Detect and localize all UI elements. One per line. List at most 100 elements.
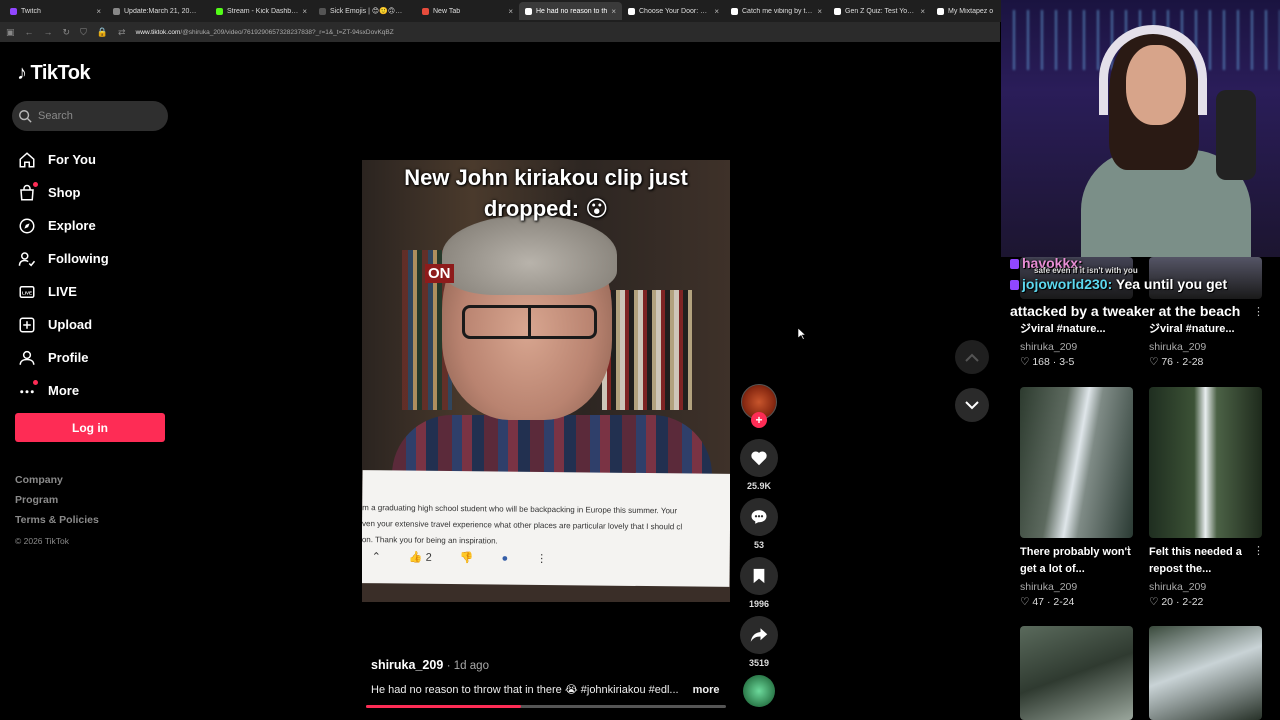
sidebar-item-shop[interactable]: Shop <box>18 176 109 209</box>
forward-icon[interactable]: → <box>44 27 53 37</box>
tab-close-icon[interactable]: × <box>817 7 822 16</box>
video-stats: ♡ 76 · 2-28 <box>1149 356 1204 368</box>
comment-button[interactable] <box>740 498 778 536</box>
tab-favicon-icon <box>422 7 429 15</box>
microphone-icon <box>1216 90 1256 180</box>
tab-close-icon[interactable]: × <box>96 7 101 16</box>
sidebar-item-for-you[interactable]: For You <box>18 143 109 176</box>
nav-list: For You Shop Explore Following LIVE LIVE Uploa… <box>18 143 109 407</box>
sidebar-item-label: For You <box>48 152 96 167</box>
sidebar-item-label: Shop <box>48 185 81 200</box>
share-button[interactable] <box>740 616 778 654</box>
url-text[interactable]: www.tiktok.com/@shiruka_209/video/761929… <box>136 29 394 36</box>
footer-link-company[interactable]: Company <box>15 474 99 494</box>
author-name[interactable]: shiruka_209 <box>371 658 443 672</box>
progress-fill <box>366 705 521 708</box>
comment-like-count: 2 <box>425 551 432 564</box>
sidebar-item-profile[interactable]: Profile <box>18 341 109 374</box>
video-user[interactable]: shiruka_209 <box>1020 581 1077 593</box>
heart-outline-icon: ♡ <box>1149 356 1159 368</box>
tab-label: Gen Z Quiz: Test Your Slang <box>845 7 916 15</box>
video-description: He had no reason to throw that in there … <box>371 683 731 696</box>
kebab-icon[interactable]: ⋮ <box>1123 544 1134 557</box>
tab-favicon-icon <box>525 7 532 15</box>
video-caption[interactable]: Felt this needed a repost the... <box>1149 544 1262 578</box>
footer: Company Program Terms & Policies © 2026 … <box>15 474 99 546</box>
reload-icon[interactable]: ↻ <box>63 27 71 38</box>
shield-icon[interactable]: ⛉ <box>80 27 87 38</box>
tab-favicon-icon <box>628 7 635 15</box>
like-count: 168 <box>1032 356 1050 368</box>
follow-button[interactable]: + <box>751 412 767 428</box>
video-thumbnail[interactable] <box>1149 626 1262 720</box>
avatar-dot-icon: ● <box>501 552 509 565</box>
comment-card: m a graduating high school student who w… <box>362 470 730 587</box>
sidebar-item-label: LIVE <box>48 284 77 299</box>
sidebar-item-more[interactable]: More <box>18 374 109 407</box>
comment-count: 53 <box>753 540 764 550</box>
tiktok-logo[interactable]: ♪ TikTok <box>17 62 91 85</box>
like-button[interactable] <box>740 439 778 477</box>
footer-link-terms[interactable]: Terms & Policies <box>15 514 99 534</box>
tab-favicon-icon <box>319 7 326 15</box>
browser-tab[interactable]: Catch me vibing by the sun× <box>725 2 828 20</box>
search-input[interactable]: Search <box>12 101 168 131</box>
browser-tab[interactable]: Stream - Kick Dashboard × <box>210 2 313 20</box>
tab-close-icon[interactable]: × <box>714 7 719 16</box>
tab-close-icon[interactable]: × <box>508 7 513 16</box>
video-stats: ♡ 20 · 2-22 <box>1149 596 1204 608</box>
browser-tab[interactable]: Twitch × <box>4 2 107 20</box>
browser-tab[interactable]: Gen Z Quiz: Test Your Slang × <box>828 2 931 20</box>
sidebar-item-live[interactable]: LIVE LIVE <box>18 275 109 308</box>
sidebar-item-upload[interactable]: Upload <box>18 308 109 341</box>
sidebar-item-explore[interactable]: Explore <box>18 209 109 242</box>
address-bar[interactable]: ▣ ← → ↻ ⛉ 🔒 ⇄ www.tiktok.com/@shiruka_20… <box>0 22 1000 42</box>
heart-outline-icon: ♡ <box>1020 356 1030 368</box>
chevron-up-icon <box>965 353 979 362</box>
browser-tab[interactable]: New Tab × <box>416 2 519 20</box>
browser-tab[interactable]: He had no reason to th × <box>519 2 622 20</box>
thumb-down-icon: 👎 <box>459 552 474 565</box>
next-video-button[interactable] <box>955 388 989 422</box>
login-button[interactable]: Log in <box>15 413 165 442</box>
tab-close-icon[interactable]: × <box>302 7 307 16</box>
video-user[interactable]: shiruka_209 <box>1149 341 1206 353</box>
sidebar-toggle-icon[interactable]: ▣ <box>6 27 15 38</box>
video-user[interactable]: shiruka_209 <box>1020 341 1077 353</box>
browser-tab[interactable]: Update:March 21, 2026 - Tr <box>107 2 210 20</box>
headset-icon <box>1099 25 1207 115</box>
video-hair <box>442 215 617 295</box>
logo-text: TikTok <box>30 62 91 84</box>
video-caption[interactable]: There probably won't get a lot of... <box>1020 544 1133 578</box>
kebab-icon[interactable]: ⋮ <box>1253 544 1264 557</box>
save-button[interactable] <box>740 557 778 595</box>
save-action: 1996 <box>740 557 778 609</box>
twitch-badge-icon <box>1010 280 1019 291</box>
share-action: 3519 <box>740 616 778 668</box>
back-icon[interactable]: ← <box>25 27 34 37</box>
video-stats: ♡ 168 · 3-5 <box>1020 356 1075 368</box>
video-player[interactable]: ON New John kiriakou clip just dropped: … <box>362 160 730 602</box>
tab-close-icon[interactable]: × <box>611 7 616 16</box>
browser-tab[interactable]: Choose Your Door: 24-Hour× <box>622 2 725 20</box>
footer-link-program[interactable]: Program <box>15 494 99 514</box>
music-disc[interactable] <box>743 675 775 707</box>
lock-icon: 🔒 <box>96 26 109 37</box>
tab-label: He had no reason to th <box>536 7 608 15</box>
browser-tab[interactable]: Sick Emojis | 😊🙂🙃🙂 | 🙂 <box>313 2 416 20</box>
post-date: 2-22 <box>1182 596 1204 608</box>
video-thumbnail[interactable] <box>1020 626 1133 720</box>
sidebar-item-following[interactable]: Following <box>18 242 109 275</box>
more-button[interactable]: more <box>693 684 720 696</box>
heart-icon <box>751 451 767 466</box>
waterfall-thumbnail[interactable] <box>1020 387 1133 538</box>
video-user[interactable]: shiruka_209 <box>1149 581 1206 593</box>
site-settings-icon[interactable]: ⇄ <box>118 27 126 38</box>
video-progress-bar[interactable] <box>366 705 726 708</box>
waterfall-thumbnail[interactable] <box>1149 387 1262 538</box>
tab-close-icon[interactable]: × <box>920 7 925 16</box>
search-placeholder: Search <box>38 110 73 122</box>
profile-video-grid: ジviral #nature... ジviral #nature... shir… <box>1003 257 1280 720</box>
previous-video-button[interactable] <box>955 340 989 374</box>
tab-label: Update:March 21, 2026 - Tr <box>124 7 200 15</box>
